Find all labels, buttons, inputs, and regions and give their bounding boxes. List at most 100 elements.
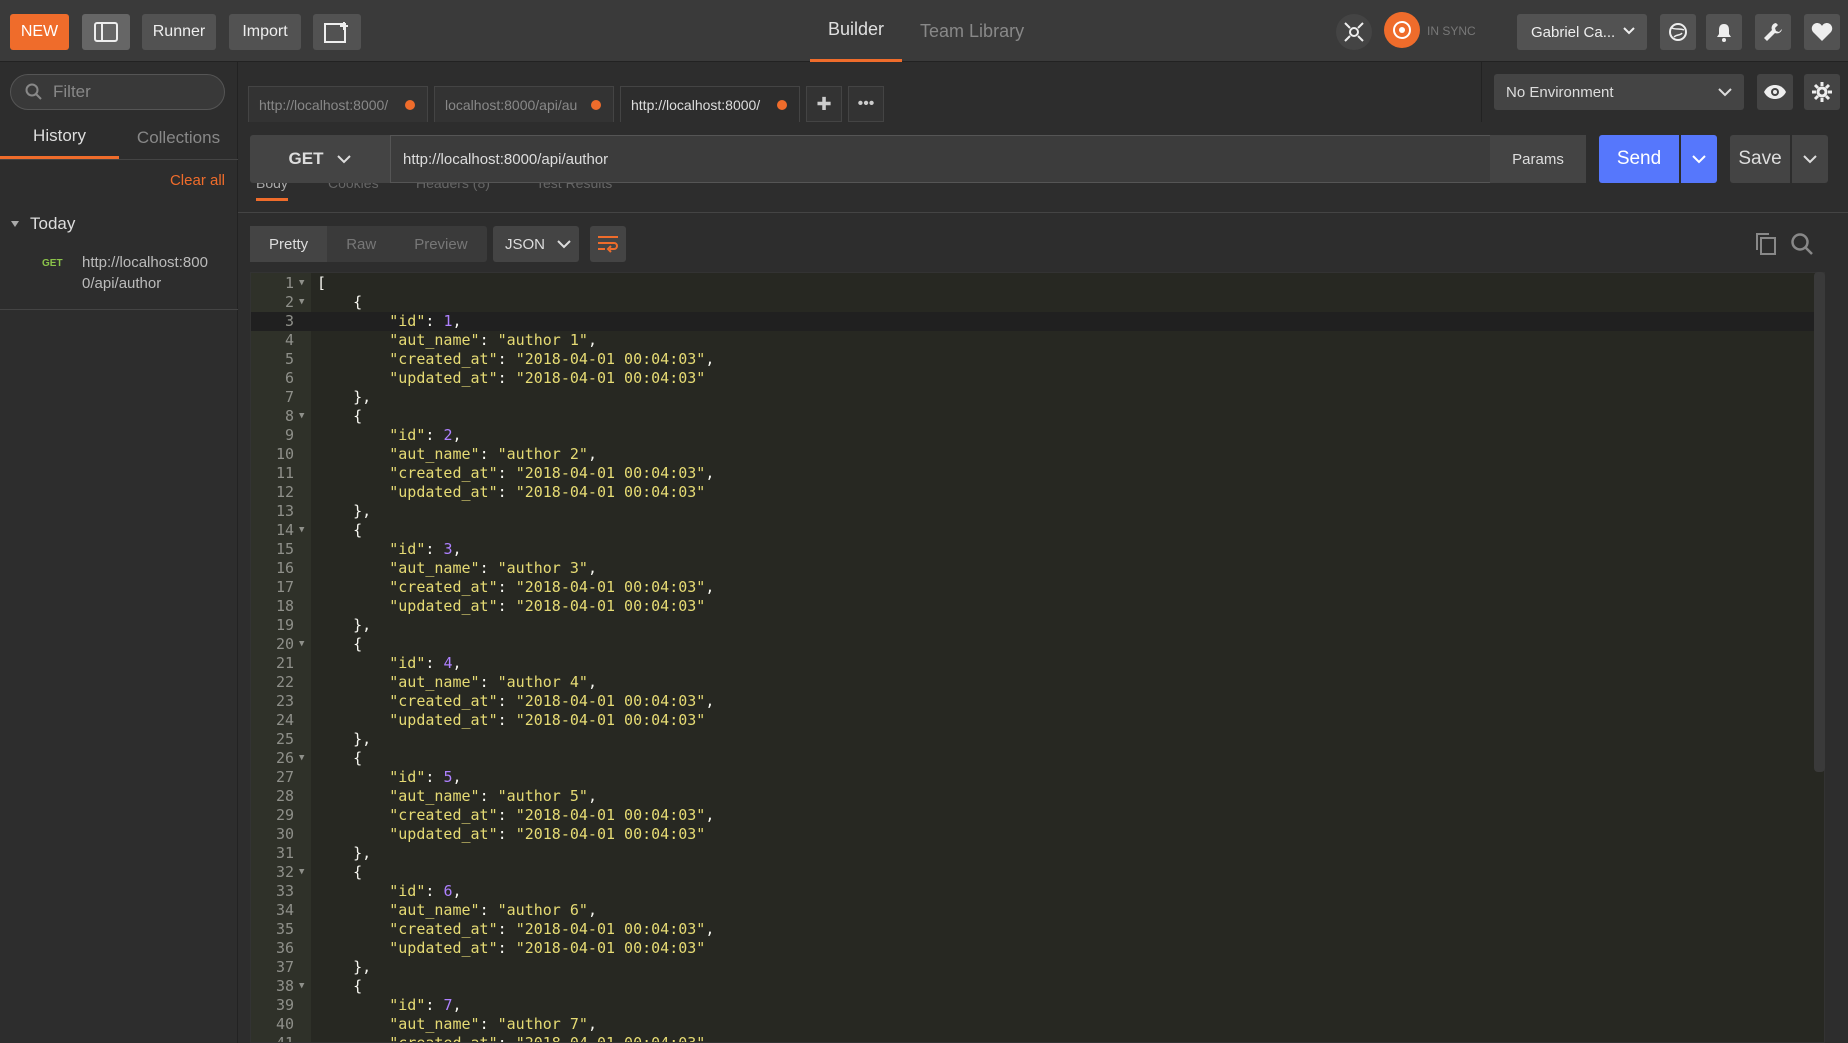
notifications-button[interactable] <box>1706 14 1742 50</box>
fold-toggle-icon[interactable]: ▼ <box>299 977 304 996</box>
capture-button[interactable] <box>1660 14 1696 50</box>
tab-history[interactable]: History <box>0 116 119 159</box>
fold-toggle-icon[interactable]: ▼ <box>299 274 304 293</box>
tab-builder[interactable]: Builder <box>810 0 903 62</box>
tab-cookies[interactable]: Cookies <box>328 183 379 191</box>
fold-toggle-icon[interactable]: ▼ <box>299 521 304 540</box>
format-select[interactable]: JSON <box>493 226 579 262</box>
toggle-sidebar-button[interactable] <box>82 14 130 50</box>
code-line: 30 "updated_at": "2018-04-01 00:04:03" <box>251 825 1824 844</box>
send-button[interactable]: Send <box>1599 135 1679 183</box>
filter-input[interactable] <box>53 82 213 102</box>
environment-area: No Environment <box>1481 62 1848 122</box>
request-tab[interactable]: http://localhost:8000/ <box>248 86 428 122</box>
search-response-button[interactable] <box>1790 232 1814 261</box>
sync-status-icon[interactable] <box>1384 12 1420 48</box>
runner-button[interactable]: Runner <box>142 14 216 50</box>
code-line: 19 }, <box>251 616 1824 635</box>
fold-toggle-icon[interactable]: ▼ <box>299 293 304 312</box>
line-number: 17 <box>275 578 294 596</box>
settings-button[interactable] <box>1755 14 1791 50</box>
code-text: "updated_at": "2018-04-01 00:04:03" <box>389 825 706 843</box>
filter-box[interactable] <box>10 74 225 110</box>
user-menu[interactable]: Gabriel Ca... <box>1517 14 1647 50</box>
code-text: }, <box>353 958 372 976</box>
line-number: 32 <box>275 863 294 881</box>
tab-team-library[interactable]: Team Library <box>902 0 1042 62</box>
wrap-lines-button[interactable] <box>590 226 626 262</box>
tab-test-results[interactable]: Test Results <box>536 183 612 191</box>
line-number: 38 <box>275 977 294 995</box>
save-options-button[interactable] <box>1792 135 1828 183</box>
method-select[interactable]: GET <box>250 135 390 183</box>
history-item[interactable]: GET http://localhost:8000/api/author <box>0 244 238 310</box>
manage-environments-button[interactable] <box>1804 74 1840 110</box>
request-tab[interactable]: localhost:8000/api/au <box>434 86 614 122</box>
copy-button[interactable] <box>1755 232 1777 261</box>
response-tabs: Body Cookies Headers (8) Test Results <box>238 183 1848 213</box>
send-options-button[interactable] <box>1681 135 1717 183</box>
code-line: 14 ▼ { <box>251 521 1824 540</box>
line-number: 28 <box>275 787 294 805</box>
code-text: }, <box>353 730 372 748</box>
code-text: "id": 1, <box>389 312 462 330</box>
history-group-today[interactable]: Today <box>10 214 75 234</box>
eye-icon <box>1764 85 1786 99</box>
import-button[interactable]: Import <box>229 14 301 50</box>
new-button[interactable]: NEW <box>10 14 69 50</box>
url-input[interactable] <box>390 135 1492 183</box>
editor-scrollbar[interactable] <box>1814 272 1825 772</box>
fold-toggle-icon[interactable]: ▼ <box>299 863 304 882</box>
view-raw-button[interactable]: Raw <box>327 226 395 262</box>
line-number: 5 <box>284 350 294 368</box>
clear-all-link[interactable]: Clear all <box>170 172 225 189</box>
code-line: 24 "updated_at": "2018-04-01 00:04:03" <box>251 711 1824 730</box>
code-line: 41 "created_at": "2018-04-01 00:04:03", <box>251 1034 1824 1042</box>
request-tab-active[interactable]: http://localhost:8000/ <box>620 86 800 122</box>
params-button[interactable]: Params <box>1490 135 1586 183</box>
unsaved-dot <box>405 100 415 110</box>
line-number: 3 <box>284 312 294 330</box>
tab-collections[interactable]: Collections <box>119 116 238 159</box>
fold-toggle-icon[interactable]: ▼ <box>299 407 304 426</box>
format-label: JSON <box>505 235 546 253</box>
request-tab-label: localhost:8000/api/au <box>445 96 578 113</box>
code-line: 39 "id": 7, <box>251 996 1824 1015</box>
favorite-button[interactable] <box>1804 14 1840 50</box>
satellite-icon <box>1344 22 1364 42</box>
history-url: http://localhost:8000/api/author <box>82 254 208 292</box>
code-text: { <box>353 521 363 539</box>
sidebar: History Collections Clear all Today GET … <box>0 62 238 1043</box>
code-text: "aut_name": "author 4", <box>389 673 597 691</box>
tab-body[interactable]: Body <box>256 183 288 201</box>
line-number: 39 <box>275 996 294 1014</box>
add-tab-button[interactable]: ✚ <box>806 86 842 122</box>
interceptor-button[interactable] <box>1336 14 1372 50</box>
caret-down-icon <box>11 221 19 227</box>
code-line: 13 }, <box>251 502 1824 521</box>
line-number: 40 <box>275 1015 294 1033</box>
heart-icon <box>1811 23 1833 41</box>
code-text: "id": 6, <box>389 882 462 900</box>
fold-toggle-icon[interactable]: ▼ <box>299 635 304 654</box>
view-pretty-button[interactable]: Pretty <box>250 226 328 262</box>
code-line: 40 "aut_name": "author 7", <box>251 1015 1824 1034</box>
code-text: "aut_name": "author 1", <box>389 331 597 349</box>
fold-toggle-icon[interactable]: ▼ <box>299 749 304 768</box>
line-number: 8 <box>284 407 294 425</box>
save-button[interactable]: Save <box>1730 135 1790 183</box>
environment-select[interactable]: No Environment <box>1494 74 1744 110</box>
response-body-editor[interactable]: 1 ▼[2 ▼ {3 "id": 1, 4 "aut_name": "author 1… <box>250 272 1825 1043</box>
new-window-button[interactable] <box>313 14 361 50</box>
code-text: "aut_name": "author 6", <box>389 901 597 919</box>
code-text: { <box>353 293 363 311</box>
line-number: 20 <box>275 635 294 653</box>
sidebar-icon <box>94 22 118 42</box>
more-tabs-button[interactable]: ••• <box>848 86 884 122</box>
tab-headers[interactable]: Headers (8) <box>416 183 490 191</box>
environment-quick-look-button[interactable] <box>1757 74 1793 110</box>
view-preview-button[interactable]: Preview <box>395 226 486 262</box>
line-number: 12 <box>275 483 294 501</box>
code-line: 8 ▼ { <box>251 407 1824 426</box>
code-text: "created_at": "2018-04-01 00:04:03", <box>389 464 715 482</box>
